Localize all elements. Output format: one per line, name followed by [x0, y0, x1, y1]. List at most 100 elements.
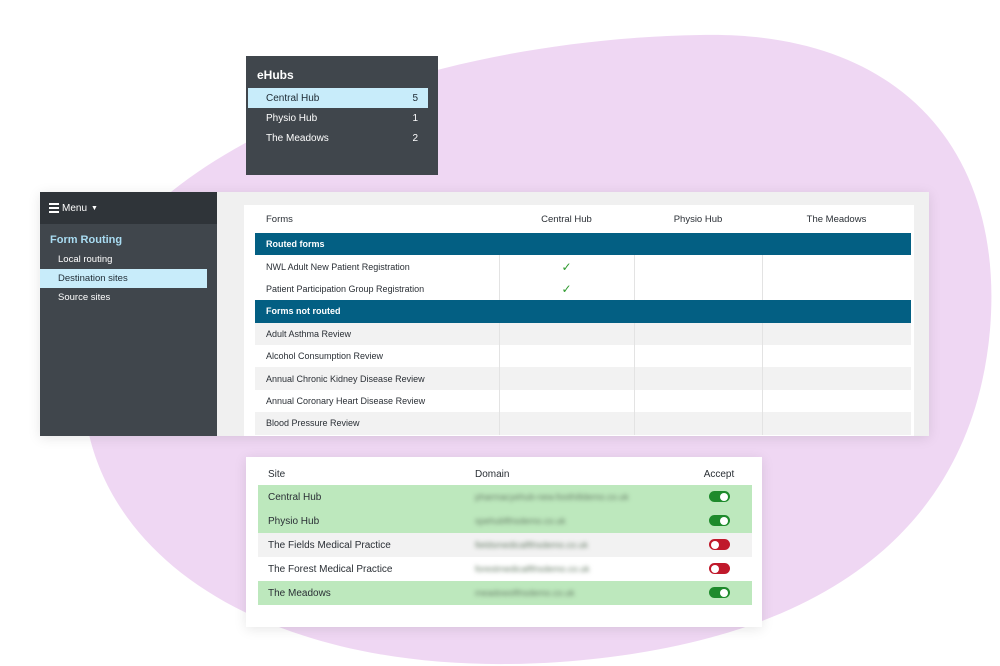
route-cell[interactable]	[762, 412, 911, 435]
toggle-knob	[719, 516, 728, 525]
route-cell[interactable]	[634, 344, 763, 368]
column-header-domain: Domain	[475, 468, 510, 480]
site-domain: fieldsmedicalfthsdemo.co.uk	[475, 533, 686, 557]
route-cell[interactable]	[762, 278, 911, 300]
toggle-knob	[719, 588, 728, 597]
form-name: Alcohol Consumption Review	[255, 344, 500, 368]
site-name: The Meadows	[258, 581, 475, 605]
route-cell[interactable]	[762, 322, 911, 345]
ehubs-title: eHubs	[257, 68, 294, 82]
table-row: The Forest Medical Practice forestmedica…	[258, 557, 752, 581]
form-name: NWL Adult New Patient Registration	[255, 255, 500, 278]
group-row-routed-forms: Routed forms	[255, 233, 911, 256]
form-name: Adult Asthma Review	[255, 322, 500, 345]
accept-toggle[interactable]	[708, 587, 730, 599]
domain-text: fieldsmedicalfthsdemo.co.uk	[475, 539, 589, 550]
hamburger-icon	[49, 201, 59, 215]
form-routing-window: Menu ▼ Form Routing Local routing Destin…	[40, 192, 929, 436]
table-row: Central Hub pharmacyehub-new.foothilldem…	[258, 485, 752, 509]
hub-item-central-hub[interactable]: Central Hub 5	[248, 88, 428, 108]
route-cell[interactable]	[634, 389, 763, 413]
site-domain: pharmacyehub-new.foothilldemo.co.uk	[475, 485, 686, 509]
menu-button[interactable]: Menu ▼	[40, 192, 217, 224]
accept-cell	[686, 509, 752, 533]
sites-panel: Site Domain Accept Central Hub pharmacye…	[246, 457, 762, 627]
hub-count: 2	[412, 132, 418, 144]
sidebar-item-destination-sites[interactable]: Destination sites	[40, 269, 207, 288]
forms-routing-table: Forms Central Hub Physio Hub The Meadows…	[255, 205, 911, 435]
table-row[interactable]: Adult Asthma Review	[255, 322, 911, 345]
route-cell[interactable]	[762, 255, 911, 277]
domain-text: pharmacyehub-new.foothilldemo.co.uk	[475, 491, 629, 502]
route-cell[interactable]	[634, 277, 763, 301]
group-row-forms-not-routed: Forms not routed	[255, 300, 911, 323]
accept-toggle[interactable]	[708, 563, 730, 575]
ehubs-panel: eHubs Central Hub 5 Physio Hub 1 The Mea…	[246, 56, 438, 175]
route-cell[interactable]	[762, 390, 911, 412]
route-cell[interactable]	[762, 367, 911, 390]
table-row[interactable]: Annual Chronic Kidney Disease Review	[255, 367, 911, 390]
sidebar-item-source-sites[interactable]: Source sites	[40, 288, 207, 307]
site-domain: forestmedicalfthsdemo.co.uk	[475, 557, 686, 581]
accept-toggle[interactable]	[708, 515, 730, 527]
hub-count: 5	[412, 92, 418, 104]
accept-toggle[interactable]	[708, 539, 730, 551]
table-row[interactable]: Blood Pressure Review	[255, 412, 911, 435]
menu-label: Menu	[62, 202, 88, 214]
table-row[interactable]: Patient Participation Group Registration…	[255, 277, 911, 301]
site-name: Central Hub	[258, 485, 475, 509]
site-domain: spehubfthsdemo.co.uk	[475, 509, 686, 533]
sidebar-item-local-routing[interactable]: Local routing	[40, 250, 207, 269]
toggle-knob	[710, 564, 719, 573]
column-header-physio-hub: Physio Hub	[673, 213, 723, 225]
route-cell[interactable]	[499, 412, 635, 435]
route-cell[interactable]	[634, 412, 763, 435]
hub-name: The Meadows	[266, 132, 329, 144]
route-cell[interactable]	[499, 367, 635, 390]
route-cell[interactable]	[499, 344, 635, 368]
table-row: Physio Hub spehubfthsdemo.co.uk	[258, 509, 752, 533]
form-name: Patient Participation Group Registration	[255, 277, 500, 301]
column-header-site: Site	[268, 468, 286, 480]
form-name: Annual Coronary Heart Disease Review	[255, 389, 500, 413]
form-name: Annual Chronic Kidney Disease Review	[255, 367, 500, 390]
site-name: Physio Hub	[258, 509, 475, 533]
accept-toggle[interactable]	[708, 491, 730, 503]
sidebar: Menu ▼ Form Routing Local routing Destin…	[40, 192, 217, 436]
accept-cell	[686, 485, 752, 509]
route-cell[interactable]	[634, 367, 763, 390]
caret-down-icon: ▼	[91, 204, 98, 212]
domain-text: spehubfthsdemo.co.uk	[475, 515, 566, 526]
table-row[interactable]: NWL Adult New Patient Registration ✓	[255, 255, 911, 278]
domain-text: forestmedicalfthsdemo.co.uk	[475, 563, 590, 574]
sites-table: Site Domain Accept Central Hub pharmacye…	[258, 463, 752, 605]
site-name: The Forest Medical Practice	[268, 563, 393, 575]
route-cell[interactable]	[499, 389, 635, 413]
route-cell[interactable]	[499, 322, 635, 345]
routing-content: Forms Central Hub Physio Hub The Meadows…	[244, 205, 914, 436]
hub-name: Physio Hub	[266, 112, 318, 124]
table-row: The Fields Medical Practice fieldsmedica…	[258, 533, 752, 557]
column-header-the-meadows: The Meadows	[806, 213, 867, 225]
route-cell[interactable]	[762, 345, 911, 367]
table-row[interactable]: Annual Coronary Heart Disease Review	[255, 389, 911, 413]
route-cell[interactable]	[634, 255, 763, 278]
route-cell[interactable]	[634, 322, 763, 345]
column-header-forms: Forms	[266, 213, 293, 225]
accept-cell	[686, 581, 752, 605]
column-header-central-hub: Central Hub	[541, 213, 592, 225]
table-row[interactable]: Alcohol Consumption Review	[255, 344, 911, 368]
route-cell[interactable]: ✓	[499, 255, 635, 278]
hub-count: 1	[412, 112, 418, 124]
hub-item-physio-hub[interactable]: Physio Hub 1	[248, 108, 428, 128]
toggle-knob	[719, 492, 728, 501]
accept-cell	[686, 557, 752, 581]
group-label: Forms not routed	[255, 300, 911, 323]
form-name: Blood Pressure Review	[255, 412, 500, 435]
sidebar-section-title: Form Routing	[50, 234, 123, 246]
hub-item-the-meadows[interactable]: The Meadows 2	[248, 128, 428, 148]
table-row: The Meadows meadowsfthsdemo.co.uk	[258, 581, 752, 605]
column-header-accept: Accept	[703, 468, 735, 480]
route-cell[interactable]: ✓	[499, 277, 635, 301]
accept-cell	[686, 533, 752, 557]
